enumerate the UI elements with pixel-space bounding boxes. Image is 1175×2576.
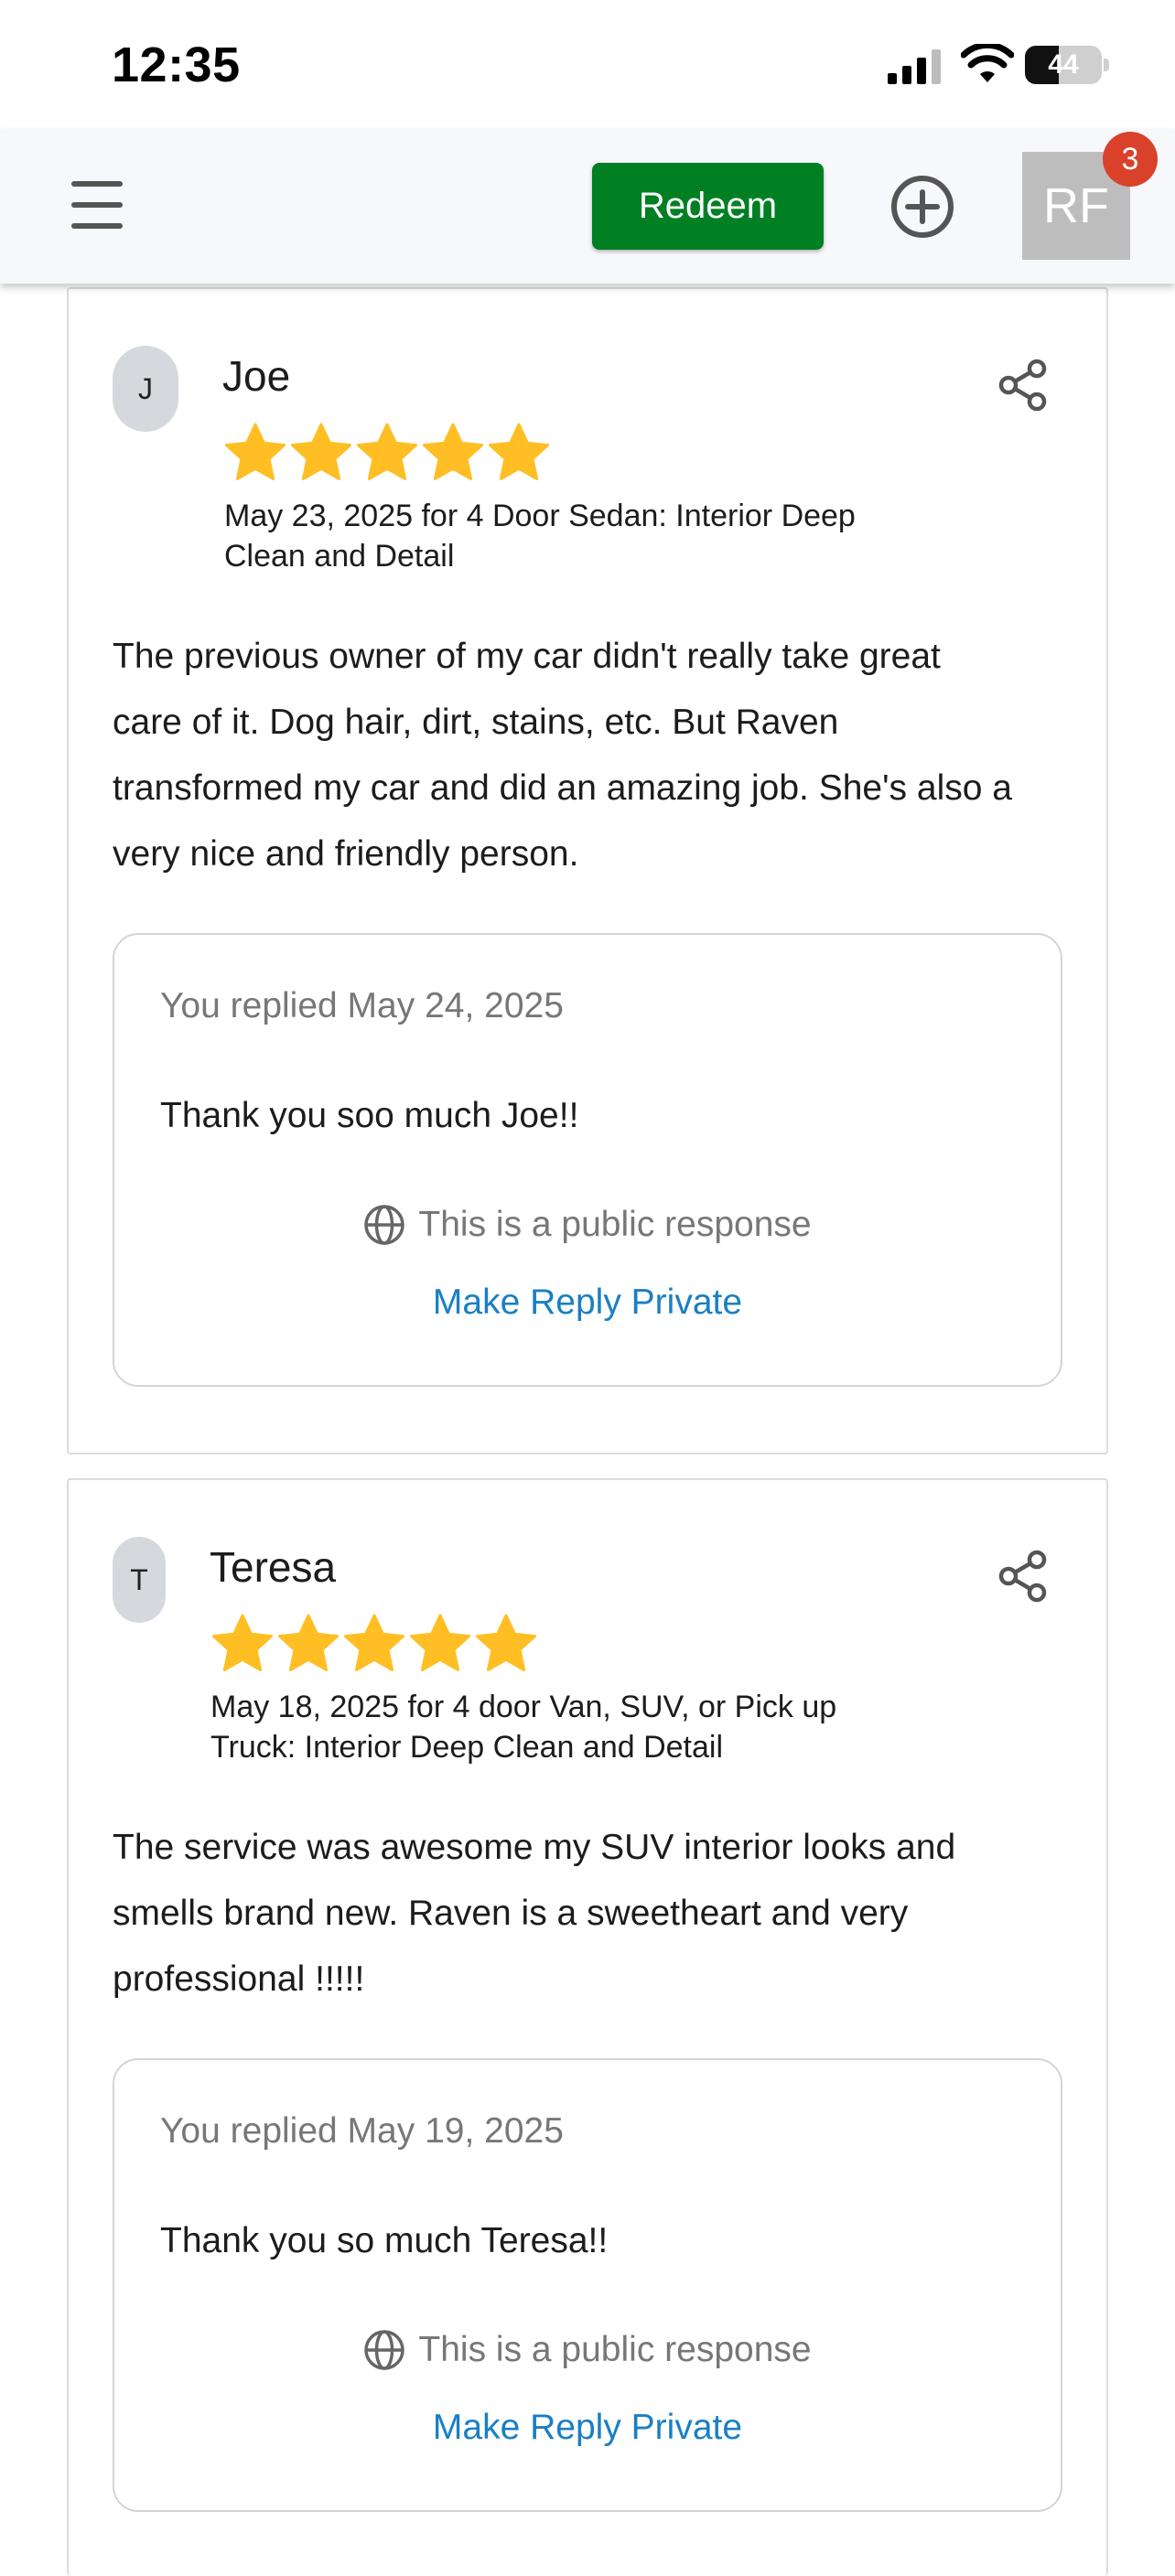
star-icon — [225, 423, 286, 480]
review-body: The previous owner of my car didn't real… — [113, 624, 1073, 887]
review-body-line: professional !!!!! — [113, 1959, 365, 1999]
star-icon — [291, 423, 351, 480]
app-header: Redeem RF 3 — [0, 130, 1175, 284]
public-response-label: This is a public response — [418, 1205, 812, 1244]
reply-date: You replied May 19, 2025 — [160, 2111, 564, 2151]
public-response-label: This is a public response — [418, 2330, 812, 2369]
star-icon — [423, 423, 483, 480]
globe-icon — [364, 1205, 405, 1245]
review-body-line: The service was awesome my SUV interior … — [113, 1828, 956, 1867]
status-bar: 12:35 44 — [0, 0, 1175, 130]
make-reply-private-link[interactable]: Make Reply Private — [114, 1283, 1061, 1323]
make-reply-private-link[interactable]: Make Reply Private — [114, 2408, 1061, 2448]
reviewer-avatar: J — [113, 346, 178, 432]
review-meta-line: May 18, 2025 for 4 door Van, SUV, or Pic… — [210, 1690, 837, 1724]
share-icon[interactable] — [997, 1550, 1050, 1603]
battery-level: 44 — [1048, 49, 1079, 80]
review-body-line: smells brand new. Raven is a sweetheart … — [113, 1894, 909, 1933]
plus-circle-icon[interactable] — [889, 174, 955, 240]
review-card: J Joe May 23, 2025 for 4 Door Sedan: Int… — [67, 287, 1108, 1454]
star-icon — [357, 423, 417, 480]
star-rating — [210, 1612, 539, 1678]
battery-icon: 44 — [1025, 46, 1109, 84]
status-icons: 44 — [888, 44, 1109, 90]
review-meta-line: Truck: Interior Deep Clean and Detail — [210, 1730, 724, 1765]
reply-box: You replied May 24, 2025 Thank you soo m… — [113, 933, 1062, 1387]
public-response-indicator: This is a public response — [114, 1202, 1061, 1248]
review-body-line: The previous owner of my car didn't real… — [113, 637, 941, 676]
reply-text: Thank you so much Teresa!! — [160, 2221, 609, 2260]
reviewer-name: Joe — [222, 352, 291, 400]
redeem-button[interactable]: Redeem — [592, 163, 824, 250]
status-time: 12:35 — [112, 38, 241, 92]
notification-badge: 3 — [1103, 132, 1158, 187]
star-icon — [344, 1614, 404, 1671]
reply-text: Thank you soo much Joe!! — [160, 1096, 579, 1135]
review-meta-line: Clean and Detail — [224, 539, 455, 574]
reviewer-avatar: T — [113, 1537, 166, 1623]
wifi-icon — [961, 44, 1014, 82]
public-response-indicator: This is a public response — [114, 2327, 1061, 2373]
review-meta: May 23, 2025 for 4 Door Sedan: Interior … — [224, 496, 956, 576]
star-icon — [476, 1614, 536, 1671]
review-card: T Teresa May 18, 2025 for 4 door Van, SU… — [67, 1478, 1108, 2576]
review-meta: May 18, 2025 for 4 door Van, SUV, or Pic… — [210, 1687, 943, 1767]
reviewer-name: Teresa — [210, 1543, 337, 1591]
review-body-line: care of it. Dog hair, dirt, stains, etc.… — [113, 703, 839, 742]
review-body-line: transformed my car and did an amazing jo… — [113, 768, 1012, 808]
cellular-signal-icon — [888, 49, 941, 84]
star-icon — [278, 1614, 339, 1671]
review-body-line: very nice and friendly person. — [113, 834, 579, 874]
reply-date: You replied May 24, 2025 — [160, 986, 564, 1025]
hamburger-menu-icon[interactable] — [71, 181, 124, 229]
review-meta-line: May 23, 2025 for 4 Door Sedan: Interior … — [224, 499, 856, 533]
globe-icon — [364, 2330, 405, 2370]
star-icon — [489, 423, 549, 480]
star-rating — [222, 421, 552, 487]
star-icon — [410, 1614, 470, 1671]
review-body: The service was awesome my SUV interior … — [113, 1815, 1073, 2012]
star-icon — [212, 1614, 273, 1671]
reply-box: You replied May 19, 2025 Thank you so mu… — [113, 2058, 1062, 2512]
share-icon[interactable] — [997, 359, 1050, 412]
